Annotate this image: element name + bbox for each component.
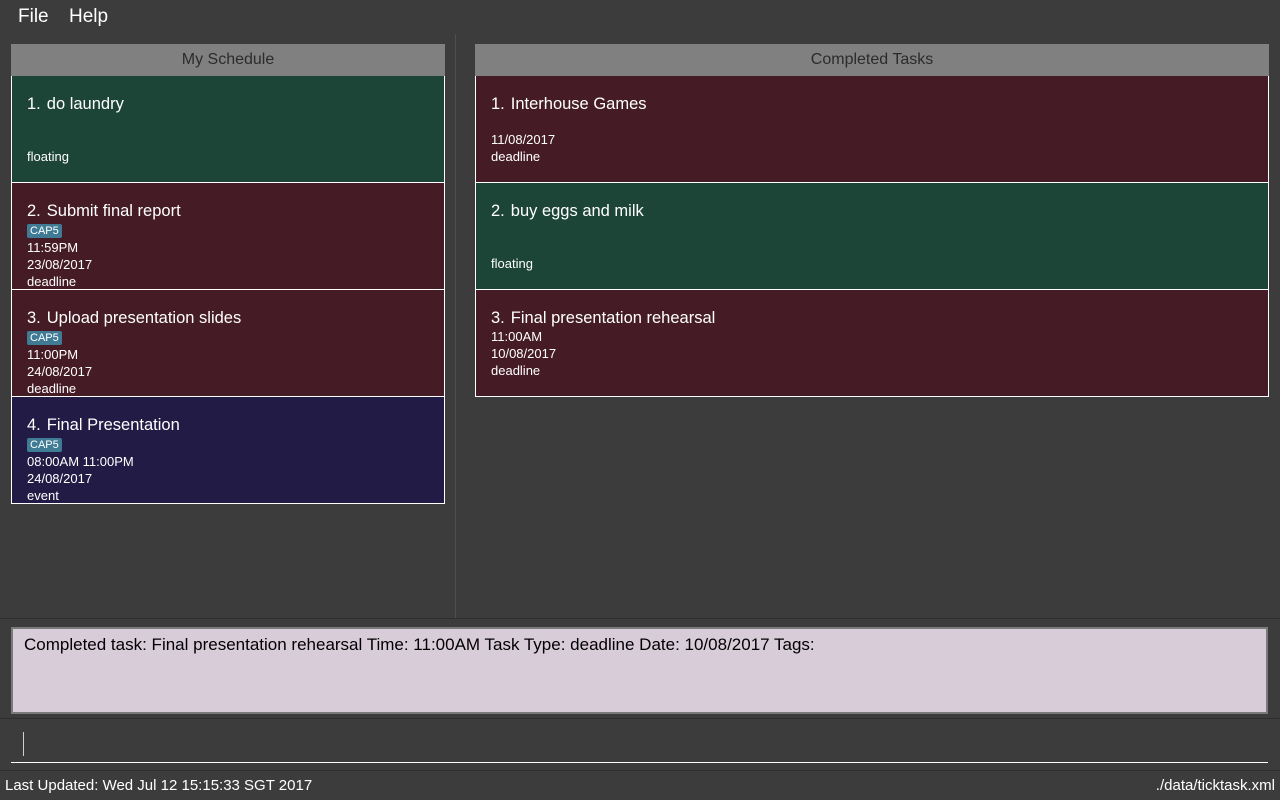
menu-bar: File Help bbox=[0, 0, 1280, 34]
text-cursor bbox=[23, 732, 24, 756]
completed-panel: Completed Tasks 1. Interhouse Games 11/08… bbox=[475, 44, 1269, 397]
task-date: 11/08/2017 bbox=[491, 132, 556, 147]
command-input[interactable] bbox=[11, 727, 1268, 763]
task-date: 23/08/2017 bbox=[27, 257, 93, 272]
task-title: 1. Interhouse Games bbox=[491, 95, 647, 113]
schedule-panel-header: My Schedule bbox=[11, 44, 445, 76]
completed-task-card[interactable]: 3. Final presentation rehearsal 11:00AM 1… bbox=[475, 290, 1269, 397]
task-type: deadline bbox=[27, 274, 77, 289]
last-updated-status: Last Updated: Wed Jul 12 15:15:33 SGT 20… bbox=[5, 777, 313, 794]
task-time: 11:59PM bbox=[27, 240, 79, 255]
task-tag: CAP5 bbox=[27, 224, 62, 238]
task-title: 1. do laundry bbox=[27, 95, 124, 113]
task-date: 24/08/2017 bbox=[27, 364, 93, 379]
task-card[interactable]: 2. Submit final report CAP5 11:59PM 23/08… bbox=[11, 183, 445, 290]
task-time: 11:00PM bbox=[27, 347, 79, 362]
task-card[interactable]: 3. Upload presentation slides CAP5 11:00P… bbox=[11, 290, 445, 397]
completed-panel-header: Completed Tasks bbox=[475, 44, 1269, 76]
task-tag: CAP5 bbox=[27, 438, 62, 452]
panel-divider[interactable] bbox=[455, 34, 456, 618]
save-location-status: ./data/ticktask.xml bbox=[1155, 777, 1275, 794]
task-type: deadline bbox=[27, 381, 77, 396]
completed-task-card[interactable]: 1. Interhouse Games 11/08/2017 deadline bbox=[475, 76, 1269, 183]
status-bar: Last Updated: Wed Jul 12 15:15:33 SGT 20… bbox=[0, 770, 1280, 800]
task-date: 10/08/2017 bbox=[491, 346, 557, 361]
command-box-area bbox=[0, 718, 1280, 770]
task-type: deadline bbox=[491, 363, 541, 378]
task-type: floating bbox=[491, 256, 533, 271]
task-time: 11:00AM bbox=[491, 329, 543, 344]
result-display-area: Completed task: Final presentation rehea… bbox=[0, 618, 1280, 718]
task-card[interactable]: 1. do laundry floating bbox=[11, 76, 445, 183]
task-type: event bbox=[27, 488, 59, 503]
task-title: 3. Upload presentation slides bbox=[27, 309, 242, 327]
task-time: 08:00AM 11:00PM bbox=[27, 454, 134, 469]
task-date: 24/08/2017 bbox=[27, 471, 93, 486]
task-card[interactable]: 4. Final Presentation CAP5 08:00AM 11:00P… bbox=[11, 397, 445, 504]
task-title: 2. buy eggs and milk bbox=[491, 202, 644, 220]
task-title: 4. Final Presentation bbox=[27, 416, 180, 434]
task-tag: CAP5 bbox=[27, 331, 62, 345]
task-title: 3. Final presentation rehearsal bbox=[491, 309, 716, 327]
result-display[interactable]: Completed task: Final presentation rehea… bbox=[11, 627, 1268, 714]
schedule-panel: My Schedule 1. do laundry floating 2. Subm… bbox=[11, 44, 445, 504]
menu-help[interactable]: Help bbox=[69, 6, 108, 28]
task-type: floating bbox=[27, 149, 69, 164]
completed-task-card[interactable]: 2. buy eggs and milk floating bbox=[475, 183, 1269, 290]
menu-file[interactable]: File bbox=[18, 6, 49, 28]
task-title: 2. Submit final report bbox=[27, 202, 181, 220]
task-type: deadline bbox=[491, 149, 541, 164]
